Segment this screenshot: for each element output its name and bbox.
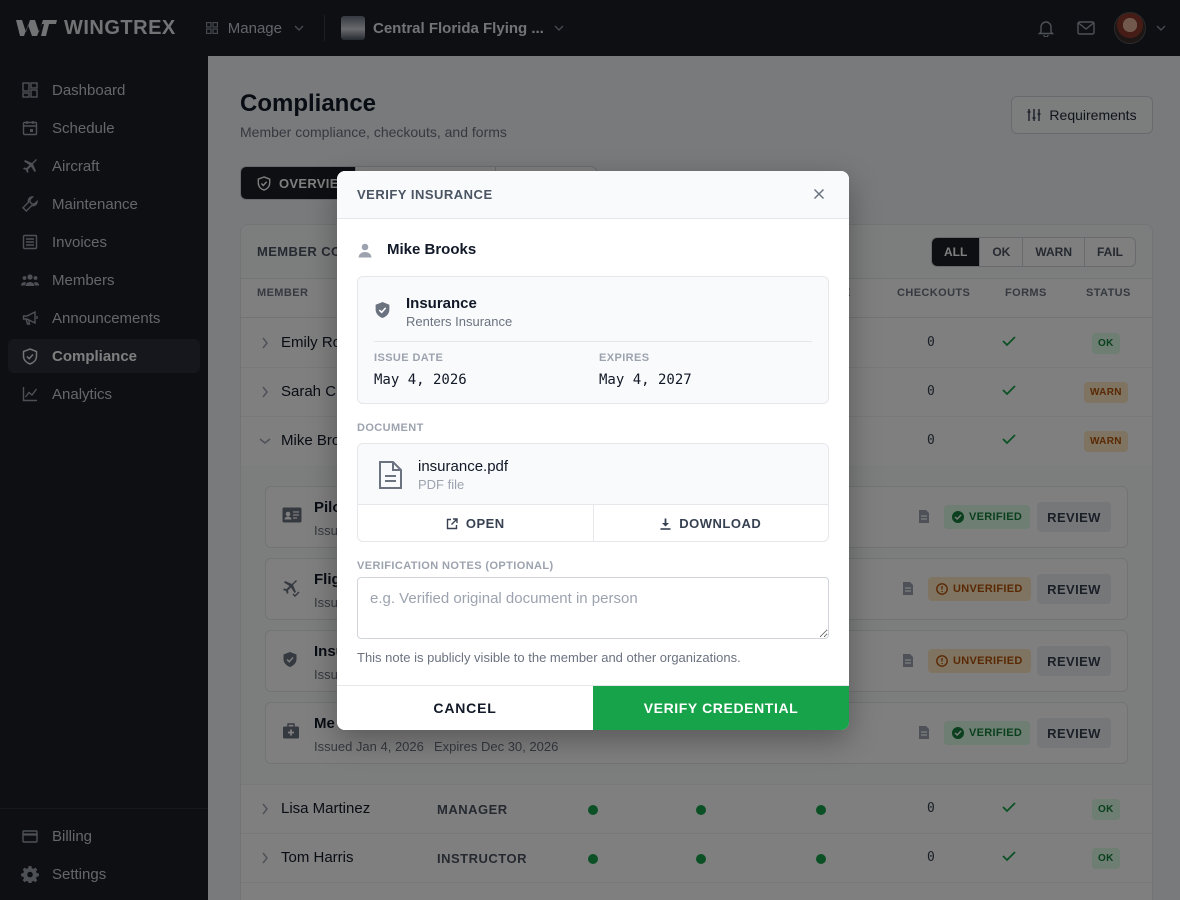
verify-credential-button[interactable]: VERIFY CREDENTIAL [593,686,849,730]
download-button[interactable]: DOWNLOAD [594,505,829,541]
file-text-icon [378,460,403,490]
dialog-header: VERIFY INSURANCE [337,171,849,219]
file-name: insurance.pdf [418,458,509,475]
notes-label: VERIFICATION NOTES (OPTIONAL) [357,560,554,572]
file-type: PDF file [418,477,465,492]
close-icon[interactable] [813,188,825,200]
cancel-button[interactable]: CANCEL [337,686,593,730]
verification-notes-input[interactable] [357,577,829,639]
credential-name: Insurance [406,295,477,312]
external-link-icon [446,517,458,530]
expires-value: May 4, 2027 [599,372,692,388]
user-icon [357,242,373,258]
divider [374,341,812,342]
document-card: insurance.pdf PDF file OPEN DOWNLOAD [357,443,829,542]
member-name: Mike Brooks [387,241,477,258]
issue-date-label: ISSUE DATE [374,352,444,364]
notes-help-text: This note is publicly visible to the mem… [357,650,741,665]
dialog-title: VERIFY INSURANCE [357,187,493,202]
dialog-member: Mike Brooks [357,241,476,258]
expires-label: EXPIRES [599,352,650,364]
document-info: insurance.pdf PDF file [358,444,828,505]
open-button[interactable]: OPEN [358,505,594,541]
verify-insurance-dialog: VERIFY INSURANCE Mike Brooks Insurance R… [337,171,849,730]
document-label: DOCUMENT [357,422,424,434]
dialog-footer: CANCEL VERIFY CREDENTIAL [337,685,849,730]
issue-date-value: May 4, 2026 [374,372,467,388]
shield-icon [374,301,391,319]
document-actions: OPEN DOWNLOAD [358,505,829,541]
credential-type: Renters Insurance [406,314,513,329]
download-label: DOWNLOAD [679,516,762,531]
download-icon [660,518,671,530]
credential-summary: Insurance Renters Insurance ISSUE DATE M… [357,276,829,404]
open-label: OPEN [465,516,505,531]
